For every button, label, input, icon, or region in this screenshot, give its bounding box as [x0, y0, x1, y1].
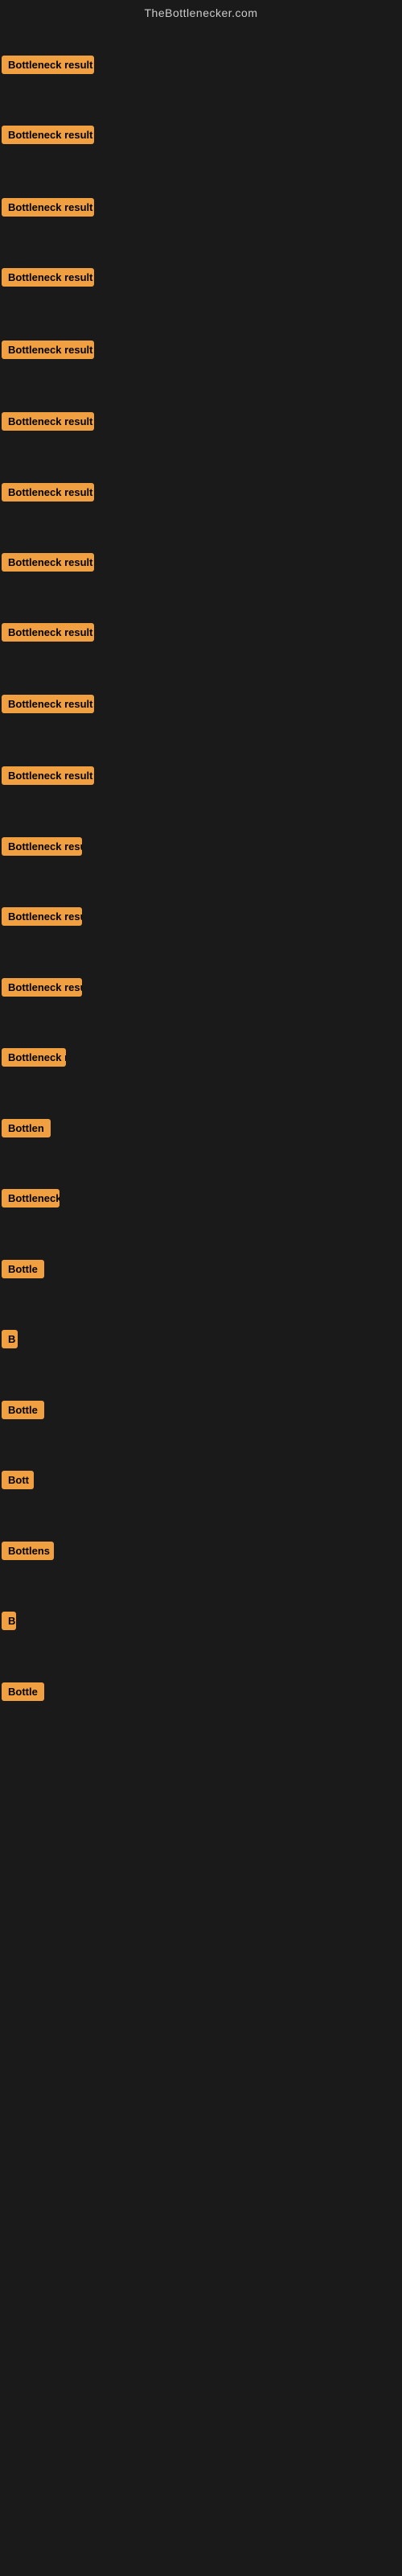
- site-title: TheBottlenecker.com: [0, 0, 402, 26]
- bottleneck-badge-17[interactable]: Bottleneck: [2, 1189, 59, 1208]
- bottleneck-badge-5[interactable]: Bottleneck result: [2, 341, 94, 359]
- bottleneck-badge-24[interactable]: Bottle: [2, 1682, 44, 1701]
- bottleneck-badge-10[interactable]: Bottleneck result: [2, 695, 94, 713]
- bottleneck-result-row-20: Bottle: [2, 1401, 44, 1423]
- bottleneck-badge-14[interactable]: Bottleneck resu: [2, 978, 82, 997]
- bottleneck-badge-2[interactable]: Bottleneck result: [2, 126, 94, 144]
- bottleneck-result-row-17: Bottleneck: [2, 1189, 59, 1212]
- bottleneck-badge-1[interactable]: Bottleneck result: [2, 56, 94, 74]
- bottleneck-badge-6[interactable]: Bottleneck result: [2, 412, 94, 431]
- bottleneck-badge-22[interactable]: Bottlens: [2, 1542, 54, 1560]
- bottleneck-badge-15[interactable]: Bottleneck r: [2, 1048, 66, 1067]
- bottleneck-result-row-12: Bottleneck resu: [2, 837, 82, 860]
- bottleneck-result-row-11: Bottleneck result: [2, 766, 94, 789]
- bottleneck-badge-21[interactable]: Bott: [2, 1471, 34, 1489]
- bottleneck-result-row-16: Bottlen: [2, 1119, 51, 1141]
- bottleneck-badge-12[interactable]: Bottleneck resu: [2, 837, 82, 856]
- bottleneck-result-row-3: Bottleneck result: [2, 198, 94, 221]
- bottleneck-result-row-1: Bottleneck result: [2, 56, 94, 78]
- bottleneck-badge-7[interactable]: Bottleneck result: [2, 483, 94, 502]
- bottleneck-badge-16[interactable]: Bottlen: [2, 1119, 51, 1137]
- bottleneck-badge-11[interactable]: Bottleneck result: [2, 766, 94, 785]
- bottleneck-result-row-23: B: [2, 1612, 16, 1634]
- bottleneck-result-row-15: Bottleneck r: [2, 1048, 66, 1071]
- bottleneck-result-row-21: Bott: [2, 1471, 34, 1493]
- bottleneck-badge-3[interactable]: Bottleneck result: [2, 198, 94, 217]
- bottleneck-result-row-7: Bottleneck result: [2, 483, 94, 506]
- bottleneck-result-row-24: Bottle: [2, 1682, 44, 1705]
- bottleneck-result-row-6: Bottleneck result: [2, 412, 94, 435]
- bottleneck-badge-13[interactable]: Bottleneck resu: [2, 907, 82, 926]
- bottleneck-badge-19[interactable]: B: [2, 1330, 18, 1348]
- bottleneck-result-row-4: Bottleneck result: [2, 268, 94, 291]
- bottleneck-badge-23[interactable]: B: [2, 1612, 16, 1630]
- bottleneck-badge-4[interactable]: Bottleneck result: [2, 268, 94, 287]
- bottleneck-badge-9[interactable]: Bottleneck result: [2, 623, 94, 642]
- bottleneck-result-row-14: Bottleneck resu: [2, 978, 82, 1001]
- bottleneck-badge-18[interactable]: Bottle: [2, 1260, 44, 1278]
- bottleneck-badge-20[interactable]: Bottle: [2, 1401, 44, 1419]
- bottleneck-result-row-8: Bottleneck result: [2, 553, 94, 576]
- bottleneck-result-row-13: Bottleneck resu: [2, 907, 82, 930]
- bottleneck-result-row-19: B: [2, 1330, 18, 1352]
- bottleneck-result-row-2: Bottleneck result: [2, 126, 94, 148]
- bottleneck-result-row-18: Bottle: [2, 1260, 44, 1282]
- bottleneck-result-row-9: Bottleneck result: [2, 623, 94, 646]
- bottleneck-result-row-22: Bottlens: [2, 1542, 54, 1564]
- bottleneck-result-row-10: Bottleneck result: [2, 695, 94, 717]
- bottleneck-badge-8[interactable]: Bottleneck result: [2, 553, 94, 572]
- bottleneck-result-row-5: Bottleneck result: [2, 341, 94, 363]
